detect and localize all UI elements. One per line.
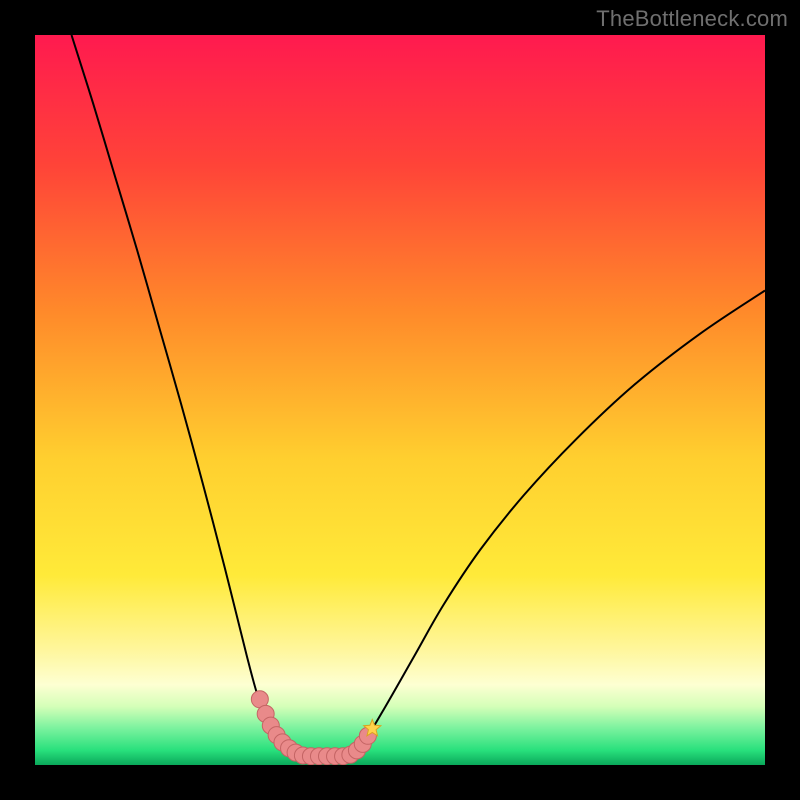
plot-area bbox=[35, 35, 765, 765]
curve-layer bbox=[35, 35, 765, 765]
pink-markers bbox=[251, 691, 376, 765]
outer-frame: TheBottleneck.com bbox=[0, 0, 800, 800]
watermark-text: TheBottleneck.com bbox=[596, 6, 788, 32]
left-curve bbox=[72, 35, 302, 756]
right-curve bbox=[353, 291, 765, 757]
